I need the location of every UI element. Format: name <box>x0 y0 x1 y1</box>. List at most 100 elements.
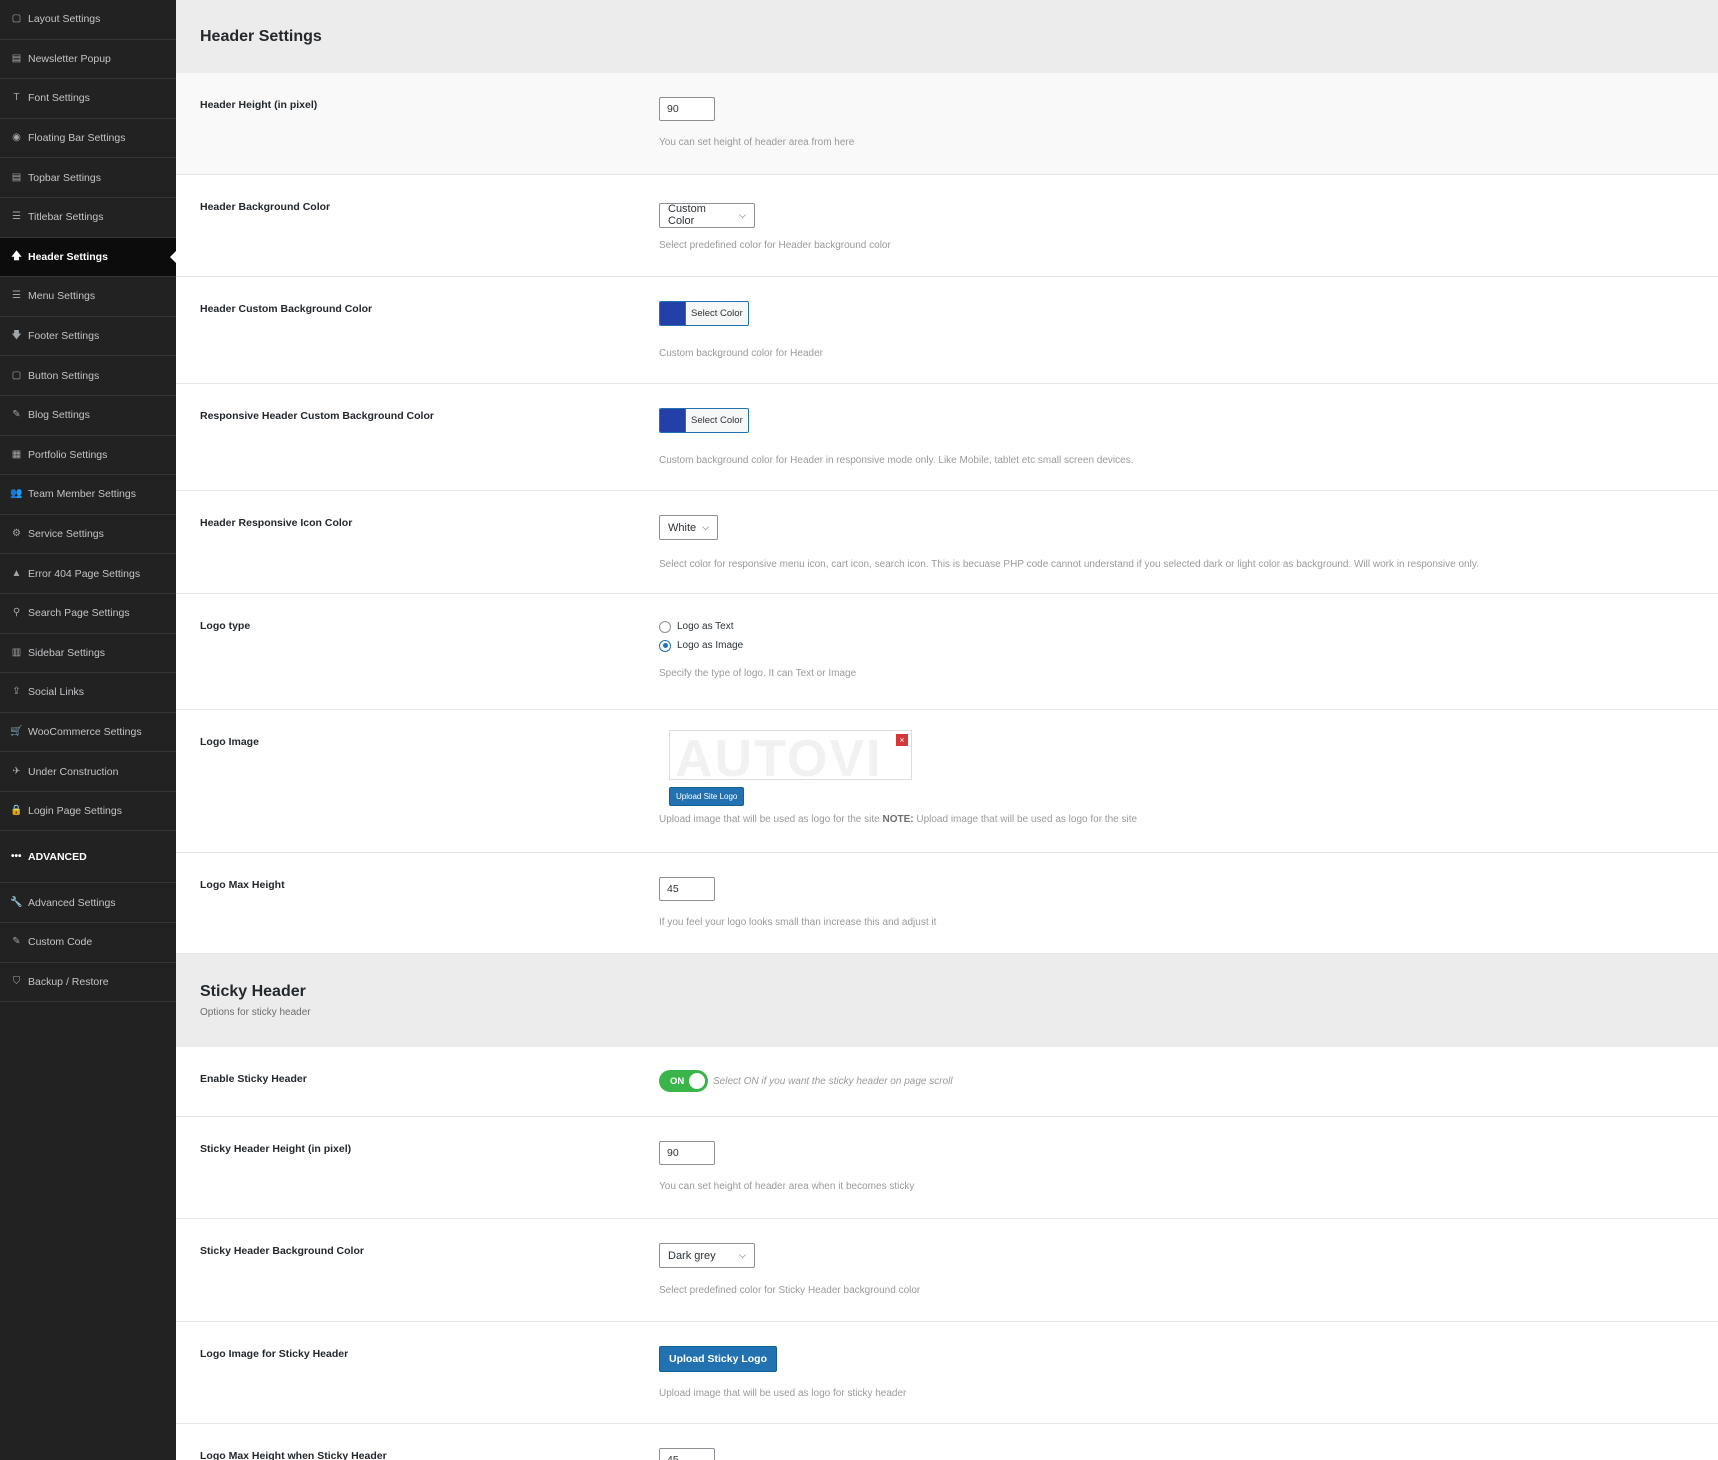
share-icon: ⇪ <box>12 686 21 698</box>
radio-label: Logo as Text <box>677 621 734 632</box>
sidebar-item-label: Error 404 Page Settings <box>28 567 141 580</box>
sidebar-item-floating-bar-settings[interactable]: ◉ Floating Bar Settings <box>0 119 176 159</box>
header-bg-color-select[interactable]: Custom Color ⌵ <box>659 202 755 228</box>
sidebar-item-label: Service Settings <box>28 528 104 541</box>
sidebar-item-titlebar-settings[interactable]: ☰ Titlebar Settings <box>0 198 176 238</box>
sidebar-item-label: Topbar Settings <box>28 171 101 184</box>
setting-label: Responsive Header Custom Background Colo… <box>200 410 434 422</box>
setting-description: Select predefined color for Sticky Heade… <box>659 1285 921 1296</box>
sidebar-item-label: Floating Bar Settings <box>28 132 126 145</box>
remove-logo-icon[interactable]: × <box>896 734 908 746</box>
sidebar-item-social-links[interactable]: ⇪ Social Links <box>0 673 176 713</box>
sidebar-item-label: Newsletter Popup <box>28 52 111 65</box>
sidebar-item-backup-restore[interactable]: ⛉ Backup / Restore <box>0 963 176 1003</box>
responsive-icon-color-select[interactable]: White ⌵ <box>659 515 718 540</box>
chevron-down-icon: ⌵ <box>702 522 709 532</box>
settings-main: Header Settings Header Height (in pixel)… <box>176 0 1718 1460</box>
setting-description: Upload image that will be used as logo f… <box>659 1388 907 1399</box>
setting-label: Sticky Header Background Color <box>200 1245 364 1257</box>
sidebar-item-team-member-settings[interactable]: 👥 Team Member Settings <box>0 475 176 515</box>
sidebar-item-label: Search Page Settings <box>28 607 130 620</box>
header-custom-bg-color-button[interactable]: Select Color <box>659 301 749 326</box>
header-height-input[interactable]: 90 <box>659 97 715 121</box>
setting-description: You can set height of header area from h… <box>659 137 855 148</box>
setting-label: Logo Image for Sticky Header <box>200 1348 349 1360</box>
sidebar-item-service-settings[interactable]: ⚙ Service Settings <box>0 515 176 555</box>
section-subtitle: Options for sticky header <box>200 1007 311 1018</box>
sidebar-item-header-settings[interactable]: 🡅 Header Settings <box>0 237 176 278</box>
setting-description: Select color for responsive menu icon, c… <box>659 559 1479 570</box>
select-value: Custom Color <box>668 203 706 227</box>
sidebar-item-label: Login Page Settings <box>28 805 122 818</box>
pencil-icon: ✎ <box>12 409 21 421</box>
radio-button-selected[interactable] <box>659 639 671 652</box>
grid-icon: ▦ <box>11 448 22 460</box>
upload-site-logo-button[interactable]: Upload Site Logo <box>669 787 745 806</box>
warning-icon: ▲ <box>11 567 22 579</box>
titlebar-icon: ☰ <box>12 211 21 223</box>
paper-plane-icon: ✈ <box>12 765 21 777</box>
sidebar-item-label: Social Links <box>28 686 85 699</box>
sidebar-item-layout-settings[interactable]: ▢ Layout Settings <box>0 0 176 40</box>
logo-type-image-option[interactable]: Logo as Image <box>659 636 743 655</box>
sticky-header-bg-color-select[interactable]: Dark grey ⌵ <box>659 1243 755 1268</box>
sidebar-item-footer-settings[interactable]: 🡇 Footer Settings <box>0 317 176 357</box>
sidebar-item-font-settings[interactable]: T Font Settings <box>0 79 176 119</box>
setting-label: Logo Max Height <box>200 879 285 891</box>
text-icon: T <box>13 92 20 104</box>
select-value: Dark grey <box>668 1249 716 1262</box>
setting-label: Sticky Header Height (in pixel) <box>200 1143 352 1155</box>
responsive-header-bg-color-button[interactable]: Select Color <box>659 408 749 433</box>
sidebar-item-error-404-page-settings[interactable]: ▲ Error 404 Page Settings <box>0 554 176 594</box>
sidebar-item-label: Under Construction <box>28 765 119 778</box>
logo-type-text-option[interactable]: Logo as Text <box>659 617 743 636</box>
setting-label: Logo type <box>200 620 251 632</box>
enable-sticky-header-toggle[interactable]: ON <box>659 1070 708 1092</box>
setting-label: Header Custom Background Color <box>200 303 373 315</box>
sidebar-item-label: Layout Settings <box>28 13 101 26</box>
setting-responsive-icon-color: Header Responsive Icon Color White ⌵ Sel… <box>176 491 1718 594</box>
logo-max-height-input[interactable]: 45 <box>659 877 715 901</box>
toggle-label: ON <box>670 1075 685 1087</box>
sticky-header-height-input[interactable]: 90 <box>659 1141 715 1165</box>
sidebar-item-menu-settings[interactable]: ☰ Menu Settings <box>0 277 176 317</box>
menu-icon: ☰ <box>12 290 21 302</box>
logo-image: AUTOVI <box>675 730 883 780</box>
sidebar-item-button-settings[interactable]: ▢ Button Settings <box>0 356 176 396</box>
wrench-icon: 🔧 <box>10 896 23 908</box>
sidebar-item-search-page-settings[interactable]: ⚲ Search Page Settings <box>0 594 176 634</box>
radio-button[interactable] <box>659 620 671 633</box>
setting-responsive-header-bg: Responsive Header Custom Background Colo… <box>176 384 1718 491</box>
setting-label: Enable Sticky Header <box>200 1073 307 1085</box>
sidebar-item-newsletter-popup[interactable]: ▤ Newsletter Popup <box>0 40 176 80</box>
setting-description: If you feel your logo looks small than i… <box>659 917 937 928</box>
cart-icon: 🛒 <box>10 725 23 737</box>
sidebar-item-portfolio-settings[interactable]: ▦ Portfolio Settings <box>0 436 176 476</box>
sidebar-item-under-construction[interactable]: ✈ Under Construction <box>0 752 176 792</box>
section-title: Header Settings <box>200 27 322 45</box>
upload-sticky-logo-button[interactable]: Upload Sticky Logo <box>659 1346 778 1372</box>
setting-description: Custom background color for Header in re… <box>659 455 1134 466</box>
sidebar-item-blog-settings[interactable]: ✎ Blog Settings <box>0 396 176 436</box>
setting-enable-sticky-header: Enable Sticky Header ON Select ON if you… <box>176 1047 1718 1117</box>
sidebar-item-sidebar-settings[interactable]: ▥ Sidebar Settings <box>0 634 176 674</box>
sidebar-item-login-page-settings[interactable]: 🔒 Login Page Settings <box>0 792 176 832</box>
setting-sticky-header-bg-color: Sticky Header Background Color Dark grey… <box>176 1219 1718 1322</box>
sidebar-item-label: Sidebar Settings <box>28 646 106 659</box>
sidebar-item-topbar-settings[interactable]: ▤ Topbar Settings <box>0 158 176 198</box>
newsletter-icon: ▤ <box>11 52 22 64</box>
square-icon: ▢ <box>11 13 22 25</box>
sidebar-item-custom-code[interactable]: ✎ Custom Code <box>0 923 176 963</box>
sidebar-item-woocommerce-settings[interactable]: 🛒 WooCommerce Settings <box>0 713 176 753</box>
sidebar-item-advanced-settings[interactable]: 🔧 Advanced Settings <box>0 883 176 924</box>
setting-header-height: Header Height (in pixel) 90 You can set … <box>176 73 1718 175</box>
sidebar-item-label: Titlebar Settings <box>28 211 104 224</box>
setting-sticky-logo-max-height: Logo Max Height when Sticky Header 45 <box>176 1424 1718 1460</box>
setting-description: Select ON if you want the sticky header … <box>713 1075 953 1087</box>
sidebar-item-label: Blog Settings <box>28 409 90 422</box>
columns-icon: ▥ <box>11 646 22 658</box>
sidebar-item-label: Button Settings <box>28 369 100 382</box>
sticky-logo-max-height-input[interactable]: 45 <box>659 1448 715 1460</box>
settings-sidebar: ▢ Layout Settings ▤ Newsletter Popup T Font S… <box>0 0 176 1460</box>
sidebar-item-label: Custom Code <box>28 936 93 949</box>
